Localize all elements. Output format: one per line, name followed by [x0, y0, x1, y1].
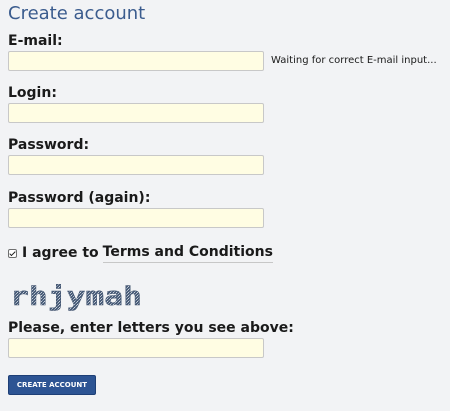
terms-link[interactable]: Terms and Conditions — [102, 244, 273, 263]
email-field[interactable] — [8, 51, 264, 71]
email-validation-hint: Waiting for correct E-mail input... — [271, 55, 437, 66]
terms-agreement: I agree to Terms and Conditions — [8, 244, 273, 263]
password-again-label: Password (again): — [8, 190, 151, 206]
password-field[interactable] — [8, 155, 264, 175]
email-label: E-mail: — [8, 33, 63, 49]
agree-checkbox[interactable] — [8, 248, 17, 258]
create-account-button[interactable]: CREATE ACCOUNT — [8, 375, 96, 395]
page-title: Create account — [8, 3, 146, 24]
captcha-input[interactable] — [8, 338, 264, 358]
password-label: Password: — [8, 137, 90, 153]
agree-label: I agree to — [22, 245, 99, 261]
captcha-prompt-label: Please, enter letters you see above: — [8, 320, 294, 336]
password-again-field[interactable] — [8, 208, 264, 228]
captcha-text: rhjymah — [10, 282, 142, 312]
captcha-image: rhjymah — [10, 282, 142, 312]
login-field[interactable] — [8, 103, 264, 123]
login-label: Login: — [8, 85, 57, 101]
